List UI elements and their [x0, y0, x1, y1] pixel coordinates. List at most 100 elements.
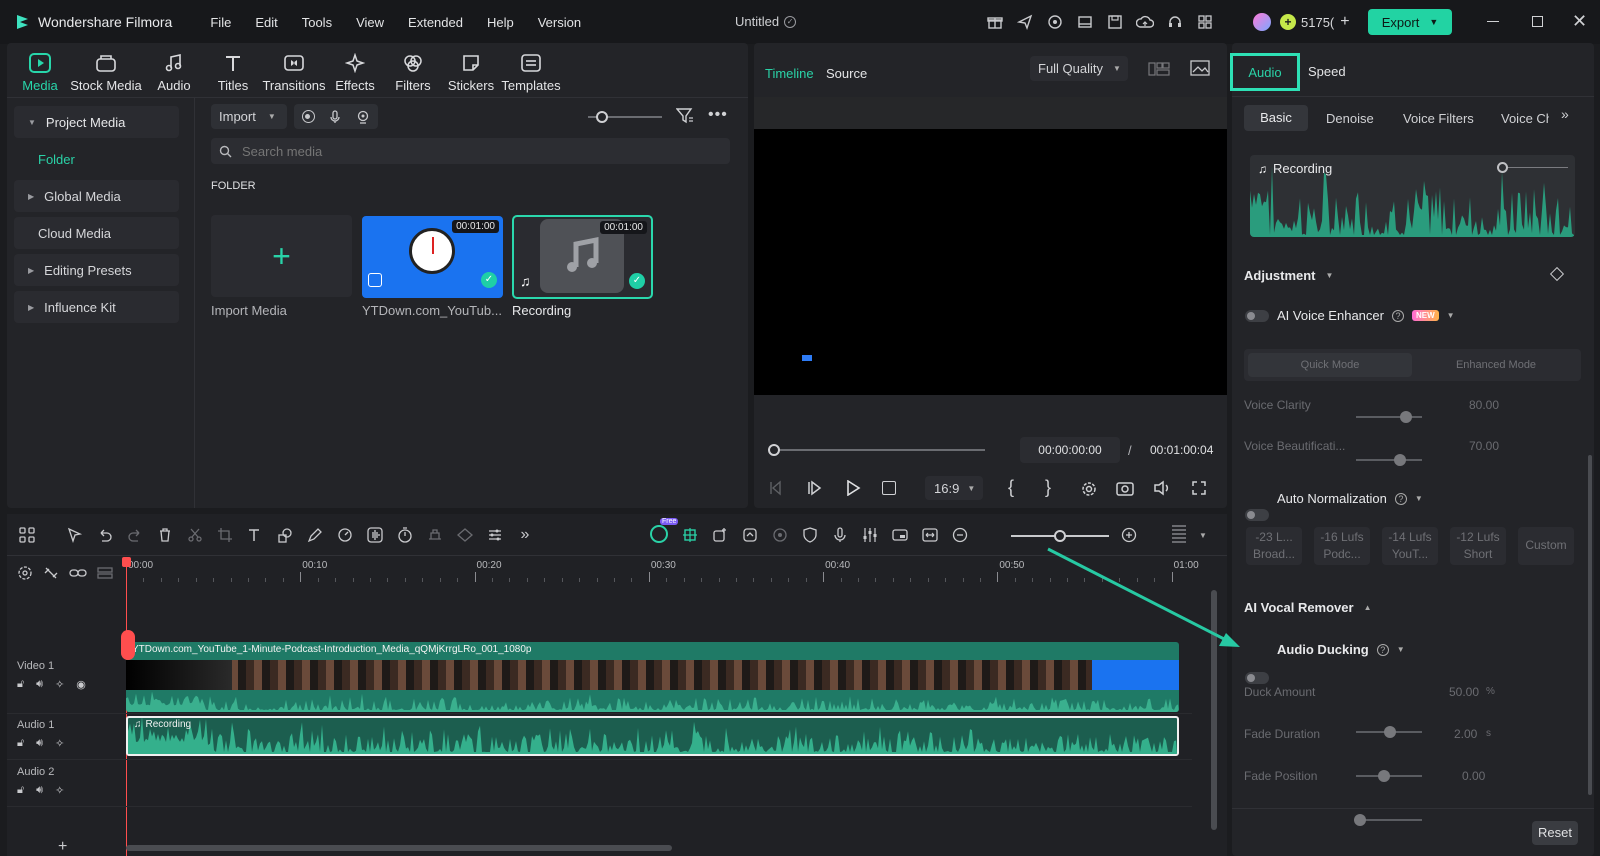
- reset-button[interactable]: Reset: [1532, 821, 1578, 845]
- subtab-voice-filters[interactable]: Voice Filters: [1403, 111, 1474, 126]
- thumbnail-size-slider[interactable]: [588, 111, 662, 123]
- timeline-vertical-scrollbar[interactable]: [1211, 590, 1217, 830]
- play-icon[interactable]: [845, 480, 861, 496]
- mute-effects-icon[interactable]: ✧: [55, 784, 64, 797]
- timeline-ruler[interactable]: 00:00 00:10 00:20 00:30 00:40 00:50 01:00: [126, 560, 1199, 590]
- caret-down-icon[interactable]: ▼: [1447, 311, 1455, 320]
- enhanced-mode-button[interactable]: Enhanced Mode: [1414, 353, 1578, 377]
- layout-grid-icon[interactable]: [12, 520, 42, 550]
- timeline-options-caret-icon[interactable]: ▼: [1199, 531, 1207, 540]
- tab-filters[interactable]: Filters: [384, 48, 442, 94]
- media-item-video[interactable]: 00:01:00 ✓: [362, 216, 503, 298]
- send-icon[interactable]: [1010, 10, 1040, 34]
- help-circle-icon[interactable]: ?: [1394, 492, 1407, 505]
- cloud-upload-icon[interactable]: [1130, 10, 1160, 34]
- tab-templates[interactable]: Templates: [500, 48, 562, 94]
- zoom-slider[interactable]: [1011, 530, 1109, 542]
- layout-icon[interactable]: [1070, 10, 1100, 34]
- caret-down-icon[interactable]: ▼: [1415, 494, 1423, 503]
- right-panel-scrollbar[interactable]: [1588, 455, 1592, 795]
- ai-voice-enhancer-toggle[interactable]: [1245, 310, 1269, 322]
- sidebar-item-editing-presets[interactable]: ▶ Editing Presets: [14, 254, 179, 286]
- preset-14-lufs[interactable]: -14 Lufs YouT...: [1382, 527, 1438, 565]
- mute-effects-icon[interactable]: ✧: [55, 678, 64, 691]
- video-clip[interactable]: YTDown.com_YouTube_1-Minute-Podcast-Intr…: [126, 642, 1179, 712]
- duck-amount-value[interactable]: 50.00: [1449, 685, 1479, 699]
- camera-snapshot-icon[interactable]: [1116, 480, 1134, 496]
- more-tools-icon[interactable]: »: [510, 520, 540, 550]
- menu-version[interactable]: Version: [538, 15, 581, 30]
- restore-button[interactable]: [1532, 16, 1543, 27]
- audio-mixer-icon[interactable]: [855, 520, 885, 550]
- grid-view-icon[interactable]: [1148, 61, 1170, 77]
- record-screen-icon[interactable]: [301, 110, 315, 123]
- add-track-icon[interactable]: +: [58, 838, 67, 856]
- track-height-icon[interactable]: [1172, 525, 1186, 545]
- audio-ducking-toggle[interactable]: [1245, 672, 1269, 684]
- delete-trash-icon[interactable]: [150, 520, 180, 550]
- more-tabs-icon[interactable]: »: [1561, 106, 1569, 122]
- audio-clip-recording[interactable]: ♫ Recording: [126, 716, 1179, 756]
- tab-audio[interactable]: Audio: [144, 48, 204, 94]
- voice-clarity-value[interactable]: 80.00: [1469, 398, 1499, 412]
- volume-icon[interactable]: [1153, 480, 1171, 496]
- menu-help[interactable]: Help: [487, 15, 514, 30]
- stabilize-icon[interactable]: [420, 520, 450, 550]
- fade-duration-value[interactable]: 2.00: [1454, 727, 1477, 741]
- text-tool-icon[interactable]: [240, 520, 270, 550]
- search-media-box[interactable]: [211, 138, 730, 164]
- menu-edit[interactable]: Edit: [255, 15, 277, 30]
- mark-in-icon[interactable]: {: [1008, 477, 1014, 498]
- fade-position-slider[interactable]: [1354, 814, 1422, 826]
- playhead-head[interactable]: [122, 557, 131, 567]
- adjust-sliders-icon[interactable]: [480, 520, 510, 550]
- prev-frame-icon[interactable]: [768, 480, 784, 496]
- clip-start-marker[interactable]: [121, 630, 135, 660]
- waveform-volume-knob[interactable]: [1497, 162, 1508, 173]
- subtab-basic[interactable]: Basic: [1244, 105, 1308, 131]
- preset-23-lufs[interactable]: -23 L... Broad...: [1246, 527, 1302, 565]
- adjustment-header[interactable]: Adjustment ▼: [1244, 268, 1333, 283]
- preset-12-lufs[interactable]: -12 Lufs Short: [1450, 527, 1506, 565]
- headset-icon[interactable]: [1160, 10, 1190, 34]
- sidebar-item-folder[interactable]: Folder: [14, 143, 179, 175]
- redo-icon[interactable]: [120, 520, 150, 550]
- sidebar-item-project-media[interactable]: ▼ Project Media: [14, 106, 179, 138]
- shield-icon[interactable]: [795, 520, 825, 550]
- import-media-tile[interactable]: +: [211, 215, 352, 297]
- play-next-frame-icon[interactable]: [807, 480, 823, 496]
- shape-icon[interactable]: [270, 520, 300, 550]
- preset-custom[interactable]: Custom: [1518, 527, 1574, 565]
- fade-position-knob[interactable]: [1354, 814, 1366, 826]
- help-circle-icon[interactable]: ?: [1391, 309, 1404, 322]
- split-scissors-icon[interactable]: [180, 520, 210, 550]
- select-cursor-icon[interactable]: [60, 520, 90, 550]
- add-marker-icon[interactable]: [705, 520, 735, 550]
- tab-speed[interactable]: Speed: [1308, 64, 1346, 79]
- fade-duration-slider[interactable]: [1356, 770, 1422, 782]
- link-icon[interactable]: [69, 565, 87, 581]
- quick-mode-button[interactable]: Quick Mode: [1248, 353, 1412, 377]
- preset-16-lufs[interactable]: -16 Lufs Podc...: [1314, 527, 1370, 565]
- fit-to-view-icon[interactable]: [915, 520, 945, 550]
- speed-icon[interactable]: [330, 520, 360, 550]
- sidebar-item-global-media[interactable]: ▶ Global Media: [14, 180, 179, 212]
- zoom-out-icon[interactable]: [945, 520, 975, 550]
- apps-grid-icon[interactable]: [1190, 10, 1220, 34]
- stop-icon[interactable]: [882, 481, 896, 495]
- export-button[interactable]: Export ▼: [1368, 9, 1452, 35]
- tab-stickers[interactable]: Stickers: [442, 48, 500, 94]
- track-manager-icon[interactable]: [97, 565, 113, 581]
- playhead-track[interactable]: [768, 444, 985, 456]
- current-time-box[interactable]: 00:00:00:00: [1020, 437, 1120, 463]
- speaker-icon[interactable]: 🔊︎: [36, 784, 43, 797]
- sidebar-item-influence-kit[interactable]: ▶ Influence Kit: [14, 291, 179, 323]
- eye-icon[interactable]: ◉: [76, 678, 86, 691]
- caret-down-icon[interactable]: ▼: [1397, 645, 1405, 654]
- tab-titles[interactable]: Titles: [204, 48, 262, 94]
- tab-effects[interactable]: Effects: [326, 48, 384, 94]
- tab-transitions[interactable]: Transitions: [262, 48, 326, 94]
- tab-media[interactable]: Media: [12, 48, 68, 94]
- fade-position-value[interactable]: 0.00: [1462, 769, 1485, 783]
- undo-icon[interactable]: [90, 520, 120, 550]
